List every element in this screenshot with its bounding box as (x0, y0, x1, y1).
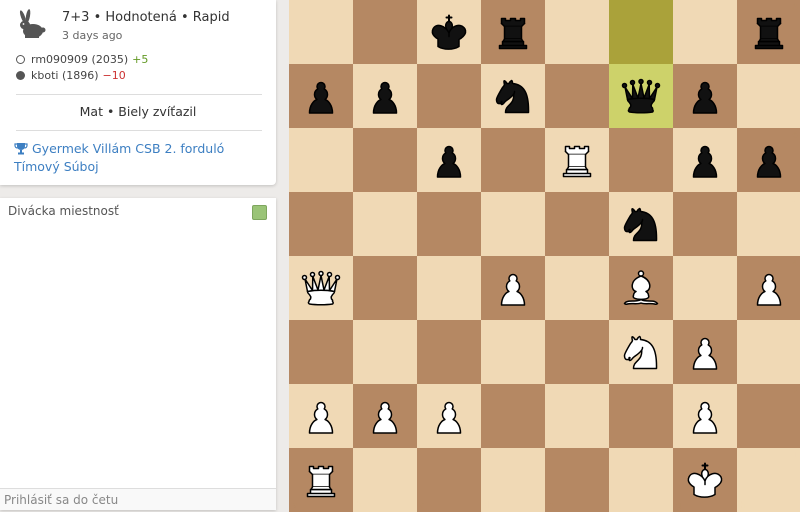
square-e1[interactable] (545, 448, 609, 512)
player-black[interactable]: kboti (1896) −10 (16, 69, 126, 82)
square-h2[interactable] (737, 384, 800, 448)
game-mode: 7+3 • Hodnotená • Rapid (62, 10, 230, 25)
square-c7[interactable] (417, 64, 481, 128)
trophy-icon (14, 143, 28, 155)
square-e2[interactable] (545, 384, 609, 448)
square-e8[interactable] (545, 0, 609, 64)
square-a8[interactable] (289, 0, 353, 64)
square-b3[interactable] (353, 320, 417, 384)
square-h5[interactable] (737, 192, 800, 256)
square-e5[interactable] (545, 192, 609, 256)
square-e3[interactable] (545, 320, 609, 384)
square-f2[interactable] (609, 384, 673, 448)
game-info-panel: 7+3 • Hodnotená • Rapid 3 days ago rm090… (0, 0, 276, 185)
player-white[interactable]: rm090909 (2035) +5 (16, 53, 148, 66)
white-circle-icon (16, 55, 25, 64)
chat-panel: Divácka miestnosť Prihlásiť sa do četu (0, 198, 276, 510)
rank-label: 5 (792, 195, 798, 205)
rank-label: 1 (792, 451, 798, 461)
square-f8[interactable] (609, 0, 673, 64)
rank-label: 2 (792, 387, 798, 397)
square-h1[interactable] (737, 448, 800, 512)
square-a3[interactable] (289, 320, 353, 384)
divider (16, 130, 262, 131)
square-d2[interactable] (481, 384, 545, 448)
square-a6[interactable] (289, 128, 353, 192)
chat-toggle[interactable] (252, 205, 267, 220)
square-c5[interactable] (417, 192, 481, 256)
chat-title: Divácka miestnosť (8, 204, 119, 218)
player-black-name[interactable]: kboti (1896) (31, 69, 99, 82)
square-b8[interactable] (353, 0, 417, 64)
rabbit-icon (19, 9, 46, 38)
square-d6[interactable] (481, 128, 545, 192)
square-d5[interactable] (481, 192, 545, 256)
square-a5[interactable] (289, 192, 353, 256)
square-c3[interactable] (417, 320, 481, 384)
square-e4[interactable] (545, 256, 609, 320)
rank-label: 3 (792, 323, 798, 333)
square-b4[interactable] (353, 256, 417, 320)
divider (16, 94, 262, 95)
square-f1[interactable] (609, 448, 673, 512)
square-d3[interactable] (481, 320, 545, 384)
tournament-link[interactable]: Gyermek Villám CSB 2. forduló Tímový Súb… (14, 140, 264, 176)
rank-label: 8 (792, 3, 798, 13)
chess-board-svg[interactable]: 87654321a b c d e f g h (289, 0, 800, 512)
game-result: Mat • Biely zvíťazil (79, 104, 197, 119)
player-white-rating-diff: +5 (132, 53, 149, 66)
chess-board[interactable]: 87654321abcdefgh (289, 0, 800, 512)
player-white-name[interactable]: rm090909 (2035) (31, 53, 128, 66)
rank-label: 4 (792, 259, 798, 269)
tournament-name[interactable]: Gyermek Villám CSB 2. forduló Tímový Súb… (14, 141, 224, 174)
square-c1[interactable] (417, 448, 481, 512)
square-h7[interactable] (737, 64, 800, 128)
square-e7[interactable] (545, 64, 609, 128)
square-h3[interactable] (737, 320, 800, 384)
game-time-ago: 3 days ago (62, 29, 123, 42)
player-black-rating-diff: −10 (102, 69, 126, 82)
square-g5[interactable] (673, 192, 737, 256)
rank-label: 7 (792, 67, 798, 77)
square-b1[interactable] (353, 448, 417, 512)
black-circle-icon (16, 71, 25, 80)
square-g8[interactable] (673, 0, 737, 64)
square-c4[interactable] (417, 256, 481, 320)
chat-input[interactable]: Prihlásiť sa do četu (0, 488, 276, 510)
square-f6[interactable] (609, 128, 673, 192)
square-b6[interactable] (353, 128, 417, 192)
square-g4[interactable] (673, 256, 737, 320)
square-d1[interactable] (481, 448, 545, 512)
square-b5[interactable] (353, 192, 417, 256)
rank-label: 6 (792, 131, 798, 141)
